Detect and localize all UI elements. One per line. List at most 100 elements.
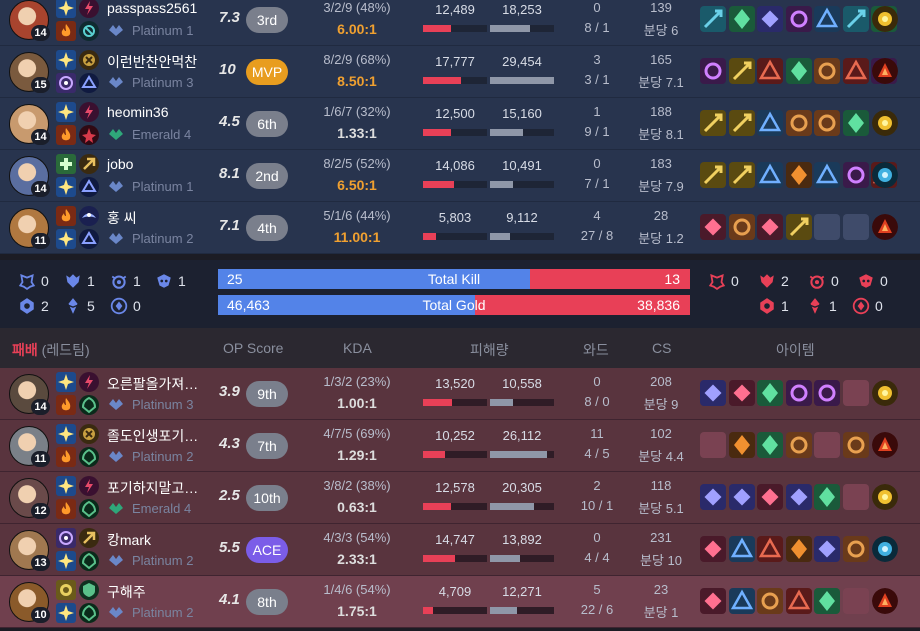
trinket-icon[interactable] <box>872 432 898 458</box>
item-icon[interactable] <box>728 484 755 510</box>
ignite-spell-icon[interactable] <box>56 395 76 415</box>
item-icon[interactable] <box>842 110 869 136</box>
item-icon[interactable] <box>814 484 840 510</box>
item-icon[interactable] <box>814 6 840 32</box>
item-icon[interactable] <box>757 432 783 458</box>
inspiration-rune-icon[interactable] <box>79 21 99 41</box>
item-icon[interactable] <box>757 380 783 406</box>
sorcery-rune-icon[interactable] <box>79 177 99 197</box>
item-icon[interactable] <box>814 536 840 562</box>
champion-portrait[interactable]: 14 <box>9 0 51 42</box>
player-row[interactable]: 10 구해주 Platinum 2 4.1 8th 1/4/6 (54%) 1.… <box>0 576 920 628</box>
item-icon[interactable] <box>785 380 812 406</box>
flash-spell-icon[interactable] <box>56 551 76 571</box>
flash-spell-icon[interactable] <box>56 0 76 18</box>
item-icon[interactable] <box>785 214 812 240</box>
item-icon[interactable] <box>785 432 812 458</box>
champion-portrait[interactable]: 14 <box>9 104 51 146</box>
item-icon[interactable] <box>757 588 783 614</box>
item-icon[interactable] <box>785 484 812 510</box>
item-icon[interactable] <box>757 58 783 84</box>
ignite-spell-icon[interactable] <box>56 21 76 41</box>
item-icon[interactable] <box>728 162 755 188</box>
item-icon[interactable] <box>757 162 783 188</box>
player-row[interactable]: 14 jobo Platinum 1 8.1 2nd 8/2/5 (52%) 6… <box>0 150 920 202</box>
item-icon[interactable] <box>700 536 726 562</box>
trinket-icon[interactable] <box>872 162 898 188</box>
player-name[interactable]: heomin36 <box>107 104 169 120</box>
item-icon[interactable] <box>700 380 726 406</box>
flash-spell-icon[interactable] <box>56 372 76 392</box>
item-icon[interactable] <box>728 380 755 406</box>
champion-portrait[interactable]: 15 <box>9 52 51 94</box>
electrocute-rune-icon[interactable] <box>79 0 99 18</box>
player-row[interactable]: 14 passpass2561 Platinum 1 7.3 3rd 3/2/9… <box>0 0 920 46</box>
sorcery-rune-icon[interactable] <box>79 73 99 93</box>
item-icon[interactable] <box>757 214 783 240</box>
item-icon[interactable] <box>757 6 783 32</box>
item-icon[interactable] <box>842 58 869 84</box>
electrocute-rune-icon[interactable] <box>79 476 99 496</box>
player-name[interactable]: 포기하지말고… <box>107 478 198 498</box>
aery-rune-icon[interactable] <box>79 206 99 226</box>
resolve-rune-icon[interactable] <box>79 395 99 415</box>
item-icon[interactable] <box>700 214 726 240</box>
conqueror-rune-icon[interactable] <box>79 50 99 70</box>
player-row[interactable]: 12 포기하지말고… Emerald 4 2.5 10th 3/8/2 (38%… <box>0 472 920 524</box>
flash-spell-icon[interactable] <box>56 424 76 444</box>
exhaust-spell-icon[interactable] <box>56 580 76 600</box>
item-icon[interactable] <box>757 484 783 510</box>
item-icon[interactable] <box>814 380 840 406</box>
ignite-spell-icon[interactable] <box>56 125 76 145</box>
resolve-rune-icon[interactable] <box>79 551 99 571</box>
item-icon[interactable] <box>757 110 783 136</box>
item-icon[interactable] <box>785 6 812 32</box>
item-icon[interactable] <box>700 162 726 188</box>
conqueror-rune-icon[interactable] <box>79 424 99 444</box>
item-icon[interactable] <box>700 58 726 84</box>
teleport-spell-icon[interactable] <box>56 73 76 93</box>
champion-portrait[interactable]: 12 <box>9 478 51 520</box>
item-icon[interactable] <box>785 536 812 562</box>
item-icon[interactable] <box>842 6 869 32</box>
resolve-rune-icon[interactable] <box>79 447 99 467</box>
item-icon[interactable] <box>700 6 726 32</box>
item-icon[interactable] <box>700 484 726 510</box>
item-icon[interactable] <box>728 6 755 32</box>
item-icon[interactable] <box>785 58 812 84</box>
champion-portrait[interactable]: 13 <box>9 530 51 572</box>
item-icon[interactable] <box>757 536 783 562</box>
domination-rune-icon[interactable] <box>79 125 99 145</box>
trinket-icon[interactable] <box>872 484 898 510</box>
champion-portrait[interactable]: 10 <box>9 582 51 624</box>
electrocute-rune-icon[interactable] <box>79 372 99 392</box>
flash-spell-icon[interactable] <box>56 603 76 623</box>
item-icon[interactable] <box>814 58 840 84</box>
trinket-icon[interactable] <box>872 588 898 614</box>
flash-spell-icon[interactable] <box>56 229 76 249</box>
ignite-spell-icon[interactable] <box>56 206 76 226</box>
player-name[interactable]: jobo <box>107 156 133 172</box>
champion-portrait[interactable]: 14 <box>9 374 51 416</box>
player-name[interactable]: 구해주 <box>107 582 146 602</box>
player-name[interactable]: 홍 씨 <box>107 208 137 228</box>
item-icon[interactable] <box>785 162 812 188</box>
item-icon[interactable] <box>814 162 840 188</box>
flash-spell-icon[interactable] <box>56 50 76 70</box>
champion-portrait[interactable]: 11 <box>9 208 51 250</box>
teleport-spell-icon[interactable] <box>56 528 76 548</box>
electrocute-rune-icon[interactable] <box>79 102 99 122</box>
champion-portrait[interactable]: 14 <box>9 156 51 198</box>
item-icon[interactable] <box>728 432 755 458</box>
lethal-tempo-rune-icon[interactable] <box>79 528 99 548</box>
resolve-rune-icon[interactable] <box>79 603 99 623</box>
trinket-icon[interactable] <box>872 536 898 562</box>
player-row[interactable]: 14 heomin36 Emerald 4 4.5 6th 1/6/7 (32%… <box>0 98 920 150</box>
heal-spell-icon[interactable] <box>56 154 76 174</box>
item-icon[interactable] <box>728 214 755 240</box>
item-icon[interactable] <box>842 162 869 188</box>
player-row[interactable]: 11 홍 씨 Platinum 2 7.1 4th 5/1/6 (44%) 11… <box>0 202 920 254</box>
player-name[interactable]: 오른팔올가져… <box>107 374 198 394</box>
trinket-icon[interactable] <box>872 58 898 84</box>
player-row[interactable]: 14 오른팔올가져… Platinum 3 3.9 9th 1/3/2 (23%… <box>0 368 920 420</box>
